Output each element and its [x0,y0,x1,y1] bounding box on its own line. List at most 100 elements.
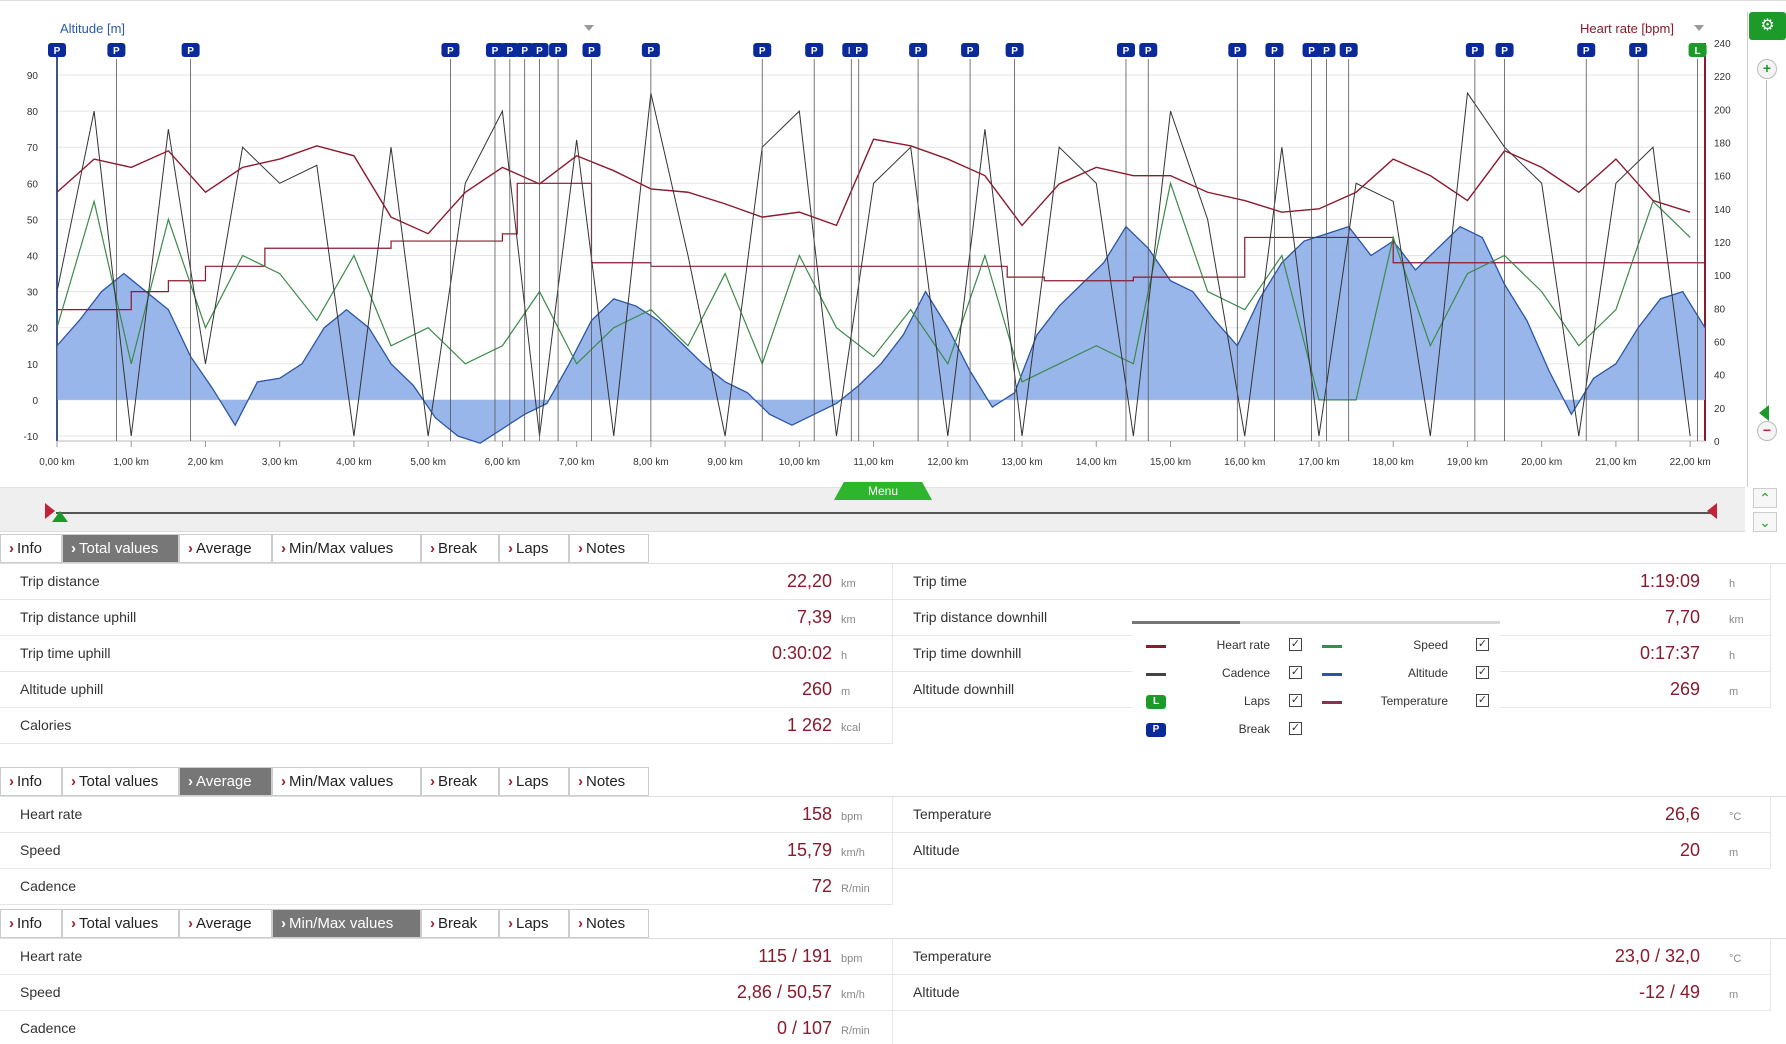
stat-value: 0:30:02 [771,643,832,663]
tab-total-values[interactable]: › Total values [62,534,179,563]
tab-average[interactable]: › Average [179,909,272,938]
chevron-right-icon: › [9,773,14,790]
tab-label: Break [438,915,478,932]
stat-unit: km [1729,614,1744,626]
legend-label: Break [1238,722,1270,736]
tab-average[interactable]: › Average [179,767,272,796]
legend-label: Speed [1413,638,1448,652]
right-tick-label: 20 [1714,404,1726,415]
legend-checkbox[interactable]: ✓ [1476,638,1489,651]
range-start-marker[interactable] [52,511,68,522]
range-track[interactable] [56,512,1712,514]
chevron-right-icon: › [71,773,76,790]
tab-info[interactable]: › Info [0,534,62,563]
stat-value: 15,79 [786,840,832,860]
x-tick-label: 2,00 km [188,457,224,468]
tab-break[interactable]: › Break [421,909,499,938]
chart-svg[interactable]: 9080706050403020100-10240220200180160140… [0,1,1745,488]
tab-info[interactable]: › Info [0,767,62,796]
stat-label: Altitude [913,842,960,858]
x-tick-label: 14,00 km [1076,457,1117,468]
chevron-right-icon: › [9,540,14,557]
x-tick-label: 16,00 km [1224,457,1265,468]
tab-min-max-values[interactable]: › Min/Max values [272,534,421,563]
chevron-right-icon: › [430,915,435,932]
range-end-handle[interactable] [1707,503,1717,519]
tab-laps[interactable]: › Laps [499,534,569,563]
tab-info[interactable]: › Info [0,909,62,938]
tab-label: Min/Max values [289,915,394,932]
right-tick-label: 40 [1714,371,1726,382]
tab-average[interactable]: › Average [179,534,272,563]
chevron-right-icon: › [281,915,286,932]
legend-label: Temperature [1380,694,1448,708]
chevron-right-icon: › [508,915,513,932]
stat-value: 0 / 107 [776,1018,832,1038]
scroll-down-button[interactable]: ⌄ [1753,512,1777,532]
legend-checkbox[interactable]: ✓ [1476,666,1489,679]
left-axis-dropdown-icon[interactable] [584,25,594,31]
tab-min-max-values[interactable]: › Min/Max values [272,909,421,938]
tab-notes[interactable]: › Notes [569,909,649,938]
stat-value: 7,70 [1664,607,1700,627]
average-panel: › Info › Total values › Average › Min/Max value… [0,767,1786,905]
zoom-out-button[interactable]: − [1757,421,1777,441]
break-badge-icon: P [1146,723,1166,737]
legend-swatch [1322,701,1342,704]
minus-icon: − [1762,422,1772,438]
break-marker-label: P [187,46,194,57]
legend-checkbox[interactable]: ✓ [1289,722,1302,735]
chart-area[interactable]: 90 80 70 60 50 40 30 20 10 0 -10 240 220 200 180 160 140… [0,0,1786,487]
stat-unit: h [1729,578,1736,590]
settings-gear-button[interactable]: ⚙ [1749,12,1786,40]
legend-checkbox[interactable]: ✓ [1289,694,1302,707]
tab-laps[interactable]: › Laps [499,767,569,796]
tab-notes[interactable]: › Notes [569,534,649,563]
break-marker-label: P [1323,46,1330,57]
right-tick-label: 120 [1714,238,1731,249]
plus-icon: + [1762,60,1772,76]
tab-label: Laps [516,773,549,790]
x-tick-label: 9,00 km [707,457,743,468]
tab-label: Total values [79,540,159,557]
stat-row: Heart rate 115 / 191 bpm [0,939,893,975]
stat-row: Speed 15,79 km/h [0,833,893,869]
tab-notes[interactable]: › Notes [569,767,649,796]
tab-total-values[interactable]: › Total values [62,767,179,796]
chevron-down-icon: ⌄ [1759,514,1771,530]
right-axis-dropdown-icon[interactable] [1694,25,1704,31]
stat-unit: m [1729,847,1739,859]
legend-swatch [1322,645,1342,648]
left-axis-title: Altitude [m] [60,21,126,36]
scroll-up-button[interactable]: ⌃ [1753,488,1777,508]
left-tick-label: 80 [27,107,39,118]
stat-unit: m [1729,989,1739,1001]
right-axis-title: Heart rate [bpm] [1580,21,1674,36]
stat-label: Altitude downhill [913,681,1015,697]
stat-unit: kcal [841,722,861,734]
stat-row: Temperature 26,6 °C [893,797,1771,833]
stat-value: 0:17:37 [1639,643,1700,663]
tab-min-max-values[interactable]: › Min/Max values [272,767,421,796]
tab-break[interactable]: › Break [421,534,499,563]
tab-total-values[interactable]: › Total values [62,909,179,938]
x-tick-label: 21,00 km [1595,457,1636,468]
break-marker-label: P [648,46,655,57]
zoom-handle[interactable] [1759,405,1769,421]
lap-badge-icon: L [1146,695,1166,709]
break-marker-label: P [1271,46,1278,57]
tab-label: Info [17,540,43,557]
stat-value: -12 / 49 [1638,982,1700,1002]
left-tick-label: 90 [27,71,39,82]
tab-label: Total values [79,773,159,790]
tab-break[interactable]: › Break [421,767,499,796]
legend-checkbox[interactable]: ✓ [1289,666,1302,679]
tab-laps[interactable]: › Laps [499,909,569,938]
stat-label: Trip distance downhill [913,609,1048,625]
chevron-right-icon: › [71,540,76,557]
menu-button[interactable]: Menu [834,482,932,500]
legend-checkbox[interactable]: ✓ [1476,694,1489,707]
legend-checkbox[interactable]: ✓ [1289,638,1302,651]
x-tick-label: 11,00 km [853,457,893,468]
zoom-in-button[interactable]: + [1757,59,1777,79]
